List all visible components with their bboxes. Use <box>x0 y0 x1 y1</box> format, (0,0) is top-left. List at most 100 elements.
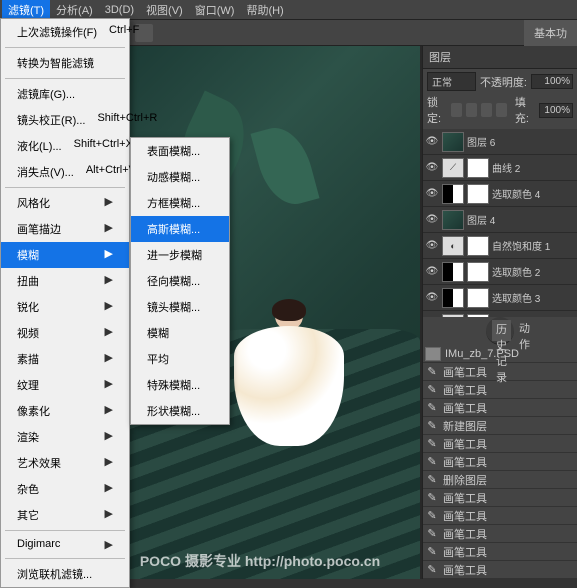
layer-row[interactable]: 👁选取颜色 3 <box>423 285 577 311</box>
eye-icon[interactable]: 👁 <box>425 213 439 227</box>
mi-texture[interactable]: 纹理▶ <box>1 372 129 398</box>
mi-shape-blur[interactable]: 形状模糊... <box>131 398 229 424</box>
brush-icon: ✎ <box>425 383 439 397</box>
lock-transparent-icon[interactable] <box>451 103 462 117</box>
mi-brush-strokes[interactable]: 画笔描边▶ <box>1 216 129 242</box>
layer-row[interactable]: 👁◐自然饱和度 1 <box>423 233 577 259</box>
layer-thumb <box>442 184 464 204</box>
mi-convert-smart[interactable]: 转换为智能滤镜 <box>1 50 129 76</box>
eye-icon[interactable]: 👁 <box>425 291 439 305</box>
menu-window[interactable]: 窗口(W) <box>189 0 241 20</box>
layer-thumb: ◐ <box>442 236 464 256</box>
eye-icon[interactable]: 👁 <box>425 239 439 253</box>
mi-liquify[interactable]: 液化(L)...Shift+Ctrl+X <box>1 133 129 159</box>
eye-icon[interactable]: 👁 <box>425 161 439 175</box>
mi-motion-blur[interactable]: 动感模糊... <box>131 164 229 190</box>
mi-box-blur[interactable]: 方框模糊... <box>131 190 229 216</box>
layer-row[interactable]: 👁 选取颜色 4 <box>423 181 577 207</box>
history-item[interactable]: ✎画笔工具 <box>423 399 577 417</box>
mi-sharpen[interactable]: 锐化▶ <box>1 294 129 320</box>
mi-filter-gallery[interactable]: 滤镜库(G)... <box>1 81 129 107</box>
mi-surface-blur[interactable]: 表面模糊... <box>131 138 229 164</box>
mi-radial-blur[interactable]: 径向模糊... <box>131 268 229 294</box>
brush-icon: ✎ <box>425 545 439 559</box>
watermark: POCO 摄影专业 http://photo.poco.cn <box>140 551 380 571</box>
history-item-label: 画笔工具 <box>443 364 487 380</box>
history-item-label: 新建图层 <box>443 418 487 434</box>
eye-icon[interactable]: 👁 <box>425 265 439 279</box>
mi-stylize[interactable]: 风格化▶ <box>1 190 129 216</box>
opacity-input[interactable]: 100% <box>531 74 573 89</box>
layer-thumb <box>467 158 489 178</box>
mi-pixelate[interactable]: 像素化▶ <box>1 398 129 424</box>
menu-filter[interactable]: 滤镜(T) <box>2 0 50 20</box>
mi-render[interactable]: 渲染▶ <box>1 424 129 450</box>
history-item[interactable]: ✎画笔工具 <box>423 489 577 507</box>
mi-video[interactable]: 视频▶ <box>1 320 129 346</box>
mi-lens-blur[interactable]: 镜头模糊... <box>131 294 229 320</box>
mi-blur[interactable]: 模糊▶ <box>1 242 129 268</box>
layer-thumb <box>467 184 489 204</box>
menu-help[interactable]: 帮助(H) <box>240 0 289 20</box>
mi-average[interactable]: 平均 <box>131 346 229 372</box>
blur-submenu: 表面模糊... 动感模糊... 方框模糊... 高斯模糊... 进一步模糊 径向… <box>130 137 230 425</box>
workspace-basic[interactable]: 基本功 <box>524 20 577 46</box>
mi-gaussian-blur[interactable]: 高斯模糊... <box>131 216 229 242</box>
fill-label: 填充: <box>515 94 535 126</box>
layer-row[interactable]: 👁图层 6 <box>423 129 577 155</box>
mi-blur-more[interactable]: 进一步模糊 <box>131 242 229 268</box>
layer-thumb <box>467 262 489 282</box>
history-item[interactable]: ✎删除图层 <box>423 471 577 489</box>
history-item-label: 画笔工具 <box>443 490 487 506</box>
history-item[interactable]: ✎画笔工具 <box>423 507 577 525</box>
eye-icon[interactable]: 👁 <box>425 135 439 149</box>
history-item[interactable]: ✎画笔工具 <box>423 453 577 471</box>
lock-pixels-icon[interactable] <box>466 103 477 117</box>
mi-lens-correction[interactable]: 镜头校正(R)...Shift+Ctrl+R <box>1 107 129 133</box>
mi-artistic[interactable]: 艺术效果▶ <box>1 450 129 476</box>
mi-blur[interactable]: 模糊 <box>131 320 229 346</box>
right-panels: 图层 正常 不透明度: 100% 锁定: 填充: 100% 👁图层 6👁⟋曲线 … <box>422 46 577 579</box>
history-item-label: 画笔工具 <box>443 382 487 398</box>
history-tab[interactable]: 历史记录 <box>492 320 511 341</box>
layers-list: 👁图层 6👁⟋曲线 2👁选取颜色 4👁图层 4👁◐自然饱和度 1👁选取颜色 2👁… <box>423 129 577 317</box>
history-item-label: 画笔工具 <box>443 400 487 416</box>
layer-row[interactable]: 👁⟋曲线 2 <box>423 155 577 181</box>
layer-row[interactable]: 👁图层 4 <box>423 207 577 233</box>
layer-thumb <box>467 236 489 256</box>
mi-browse-online[interactable]: 浏览联机滤镜... <box>1 561 129 587</box>
mi-distort[interactable]: 扭曲▶ <box>1 268 129 294</box>
history-item[interactable]: ✎画笔工具 <box>423 543 577 561</box>
layers-tab[interactable]: 图层 <box>423 46 577 69</box>
layer-row[interactable]: 👁选取颜色 2 <box>423 259 577 285</box>
history-item-label: 画笔工具 <box>443 526 487 542</box>
mi-vanishing-point[interactable]: 消失点(V)...Alt+Ctrl+V <box>1 159 129 185</box>
mi-smart-blur[interactable]: 特殊模糊... <box>131 372 229 398</box>
brush-icon: ✎ <box>425 365 439 379</box>
fill-input[interactable]: 100% <box>539 103 573 118</box>
history-panel: 历史记录 动作 IMu_zb_7.PSD ✎画笔工具✎画笔工具✎画笔工具✎新建图… <box>423 317 577 579</box>
menu-3d[interactable]: 3D(D) <box>99 2 140 18</box>
history-item[interactable]: ✎画笔工具 <box>423 561 577 579</box>
brush-icon: ✎ <box>425 509 439 523</box>
layer-thumb <box>442 132 464 152</box>
lock-all-icon[interactable] <box>496 103 507 117</box>
history-item-label: 画笔工具 <box>443 562 487 578</box>
eye-icon[interactable]: 👁 <box>425 187 439 201</box>
history-item[interactable]: ✎画笔工具 <box>423 435 577 453</box>
lock-position-icon[interactable] <box>481 103 492 117</box>
history-item[interactable]: ✎新建图层 <box>423 417 577 435</box>
menu-view[interactable]: 视图(V) <box>140 0 189 20</box>
mi-sketch[interactable]: 素描▶ <box>1 346 129 372</box>
mi-last-filter[interactable]: 上次滤镜操作(F)Ctrl+F <box>1 19 129 45</box>
layer-name: 曲线 2 <box>492 160 575 175</box>
layer-thumb <box>467 288 489 308</box>
blend-mode-select[interactable]: 正常 <box>427 72 476 91</box>
menu-analysis[interactable]: 分析(A) <box>50 0 99 20</box>
mi-digimarc[interactable]: Digimarc▶ <box>1 533 129 556</box>
actions-tab[interactable]: 动作 <box>519 320 530 341</box>
history-item[interactable]: ✎画笔工具 <box>423 525 577 543</box>
layer-name: 选取颜色 4 <box>492 186 575 201</box>
mi-noise[interactable]: 杂色▶ <box>1 476 129 502</box>
mi-other[interactable]: 其它▶ <box>1 502 129 528</box>
